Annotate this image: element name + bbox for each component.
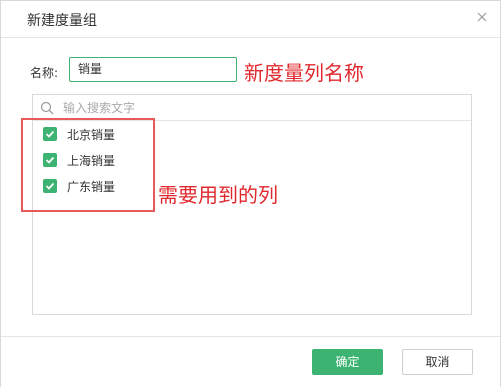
dialog-footer: 确定 取消 [1,336,500,387]
name-label: 名称: [30,66,59,80]
annotation-columns: 需要用到的列 [158,183,278,207]
new-measure-group-dialog: 新建度量组 名称: 销量 新度量列名称 输入搜索文字 北京销量 上海销量 广东销… [0,0,501,387]
dialog-title: 新建度量组 [27,13,97,29]
search-input[interactable]: 输入搜索文字 [63,99,135,116]
highlight-box [21,118,155,212]
annotation-name: 新度量列名称 [244,61,364,85]
close-icon[interactable] [474,9,490,25]
search-icon [40,100,54,115]
cancel-button[interactable]: 取消 [402,349,473,375]
ok-button[interactable]: 确定 [312,349,383,375]
dialog-header: 新建度量组 [1,1,500,38]
name-input[interactable]: 销量 [69,57,237,82]
